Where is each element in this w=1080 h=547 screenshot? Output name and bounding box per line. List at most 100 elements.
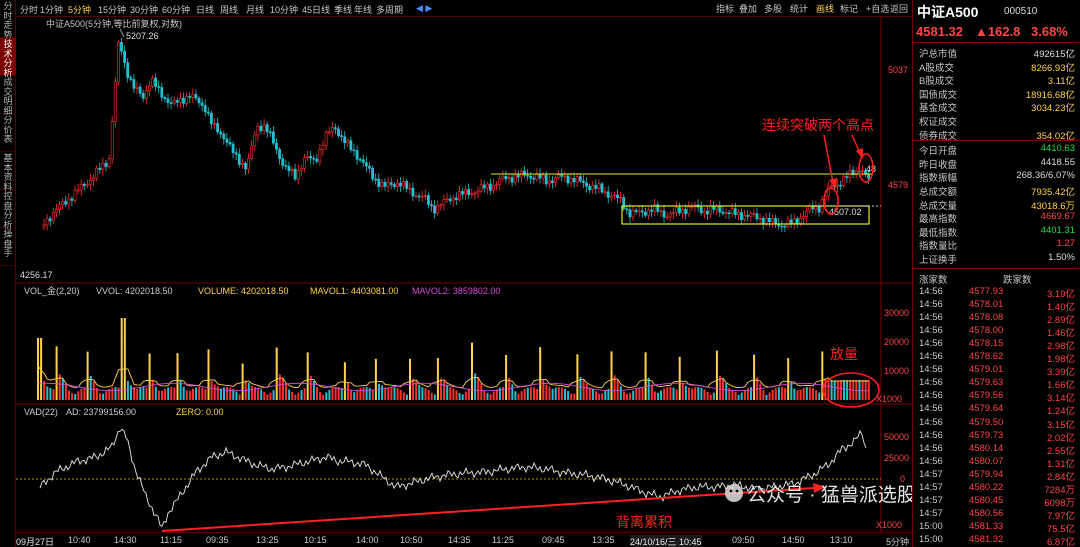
candle-body bbox=[200, 102, 204, 106]
toolbar-button-4[interactable]: 画线 bbox=[816, 2, 834, 15]
period-tab-8[interactable]: 月线 bbox=[246, 3, 264, 16]
volume-bar bbox=[582, 380, 585, 400]
candle-body bbox=[473, 192, 477, 195]
toolbar-button-5[interactable]: 标记 bbox=[840, 2, 858, 15]
tick-row[interactable]: 14:57 4580.45 6098万 bbox=[913, 495, 1079, 509]
tick-time: 14:56 bbox=[919, 325, 943, 337]
tick-row[interactable]: 14:57 4580.56 7.97亿 bbox=[913, 508, 1079, 522]
tick-row[interactable]: 14:56 4578.08 2.89亿 bbox=[913, 312, 1079, 326]
tick-row[interactable]: 14:56 4579.73 2.02亿 bbox=[913, 430, 1079, 444]
time-axis-label: 24/10/16/三 10:45 bbox=[630, 535, 702, 547]
left-tab-char: 手 bbox=[3, 248, 13, 258]
volume-bar bbox=[353, 392, 356, 400]
candle-body bbox=[278, 149, 282, 160]
candle-body bbox=[54, 209, 58, 213]
candle-body bbox=[284, 165, 288, 167]
period-tab-9[interactable]: 10分钟 bbox=[270, 3, 298, 16]
toolbar-button-3[interactable]: 统计 bbox=[790, 2, 808, 15]
tick-row[interactable]: 14:56 4578.15 2.98亿 bbox=[913, 338, 1079, 352]
left-tab-0[interactable]: 分时走势 bbox=[0, 0, 16, 39]
tick-row[interactable]: 14:56 4579.64 1.24亿 bbox=[913, 403, 1079, 417]
volume-bar bbox=[598, 393, 601, 400]
candle-body bbox=[758, 218, 762, 220]
candle-body bbox=[798, 217, 802, 224]
volume-bar bbox=[706, 391, 709, 400]
tick-row[interactable]: 14:56 4578.62 1.98亿 bbox=[913, 351, 1079, 365]
candle-body bbox=[569, 178, 573, 184]
volume-bar bbox=[151, 379, 154, 400]
candle-body bbox=[671, 211, 675, 214]
period-tab-12[interactable]: 年线 bbox=[354, 3, 372, 16]
period-tab-6[interactable]: 日线 bbox=[196, 3, 214, 16]
candle-body bbox=[89, 179, 92, 186]
volume-bar bbox=[402, 392, 405, 400]
tick-row[interactable]: 14:56 4578.00 1.46亿 bbox=[913, 325, 1079, 339]
left-tab-3[interactable]: 分价表 bbox=[0, 114, 16, 152]
candle-body bbox=[110, 121, 114, 160]
left-tab-2[interactable]: 成交明细 bbox=[0, 76, 16, 115]
period-tab-13[interactable]: 多周期 bbox=[376, 3, 403, 16]
toolbar-button-6[interactable]: +自选 bbox=[866, 2, 889, 15]
volume-bar bbox=[343, 362, 346, 400]
volume-bar bbox=[316, 387, 318, 400]
toolbar-button-2[interactable]: 多股 bbox=[764, 2, 782, 15]
candle-body bbox=[76, 189, 80, 192]
volume-bar bbox=[790, 381, 793, 400]
tick-row[interactable]: 14:56 4579.63 1.66亿 bbox=[913, 377, 1079, 391]
tick-row[interactable]: 14:56 4578.01 1.40亿 bbox=[913, 299, 1079, 313]
high-price-label: 5207.26 bbox=[126, 31, 159, 41]
volume-bar bbox=[430, 392, 433, 400]
tick-row[interactable]: 14:56 4579.56 3.14亿 bbox=[913, 390, 1079, 404]
volume-bar bbox=[387, 387, 390, 400]
candle-body bbox=[225, 138, 229, 143]
candle-body bbox=[597, 183, 601, 189]
period-tab-2[interactable]: 5分钟 bbox=[68, 3, 91, 16]
candle-body bbox=[681, 209, 685, 214]
period-tab-7[interactable]: 周线 bbox=[220, 3, 238, 16]
tick-price: 4579.56 bbox=[969, 390, 1004, 402]
period-tab-10[interactable]: 45日线 bbox=[302, 3, 330, 16]
tick-row[interactable]: 14:56 4577.93 3.19亿 bbox=[913, 286, 1079, 300]
period-tab-3[interactable]: 15分钟 bbox=[98, 3, 126, 16]
left-tab-1[interactable]: 技术分析 bbox=[0, 38, 16, 77]
left-tab-4[interactable]: 基本资料 bbox=[0, 152, 16, 191]
tick-price: 4581.33 bbox=[969, 520, 1004, 532]
period-tab-0[interactable]: 分时 bbox=[20, 3, 38, 16]
volume-bar bbox=[238, 394, 241, 400]
volume-bar bbox=[461, 394, 464, 400]
period-tab-5[interactable]: 60分钟 bbox=[162, 3, 190, 16]
nav-arrows[interactable]: ◀ ▶ bbox=[416, 3, 432, 14]
volume-bar bbox=[793, 388, 796, 400]
volume-bar bbox=[495, 389, 498, 400]
left-tab-5[interactable]: 控盘分析 bbox=[0, 190, 16, 229]
left-tab-6[interactable]: 操盘手 bbox=[0, 228, 16, 266]
tick-row[interactable]: 14:57 4579.94 2.84亿 bbox=[913, 469, 1079, 483]
toolbar-button-1[interactable]: 叠加 bbox=[739, 2, 757, 15]
tick-row[interactable]: 14:57 4580.22 7284万 bbox=[913, 482, 1079, 496]
volume-bar bbox=[139, 387, 142, 400]
kline-chart-svg[interactable]: 中证A500(5分钟,等比前复权,对数) 5037 4579 5207.26 4… bbox=[16, 17, 916, 536]
toolbar-button-7[interactable]: 返回 bbox=[890, 2, 908, 15]
toolbar-button-0[interactable]: 指标 bbox=[716, 2, 734, 15]
tick-row[interactable]: 15:00 4581.32 6.87亿 bbox=[913, 534, 1079, 547]
volume-bar bbox=[511, 384, 514, 400]
chart-area[interactable]: 中证A500(5分钟,等比前复权,对数) 5037 4579 5207.26 4… bbox=[16, 17, 916, 536]
candle-body bbox=[603, 191, 607, 194]
candle-body bbox=[457, 191, 461, 200]
period-tab-4[interactable]: 30分钟 bbox=[130, 3, 158, 16]
tick-header-up: 涨家数 bbox=[919, 275, 948, 286]
tick-row[interactable]: 15:00 4581.33 75.5亿 bbox=[913, 520, 1079, 535]
price-axis-label-4579: 4579 bbox=[888, 180, 908, 190]
candle-body bbox=[219, 131, 223, 135]
volume-bar bbox=[350, 389, 353, 400]
tick-row[interactable]: 14:56 4580.07 1.31亿 bbox=[913, 456, 1079, 470]
candle-body bbox=[185, 96, 189, 104]
tick-row[interactable]: 14:56 4580.14 2.55亿 bbox=[913, 443, 1079, 457]
period-tab-11[interactable]: 季线 bbox=[334, 3, 352, 16]
candle-body bbox=[138, 86, 142, 94]
candle-body bbox=[51, 212, 55, 222]
volume-bar bbox=[808, 387, 811, 400]
period-tab-1[interactable]: 1分钟 bbox=[40, 3, 63, 16]
tick-row[interactable]: 14:56 4579.01 3.39亿 bbox=[913, 364, 1079, 378]
tick-row[interactable]: 14:56 4579.50 3.15亿 bbox=[913, 417, 1079, 431]
